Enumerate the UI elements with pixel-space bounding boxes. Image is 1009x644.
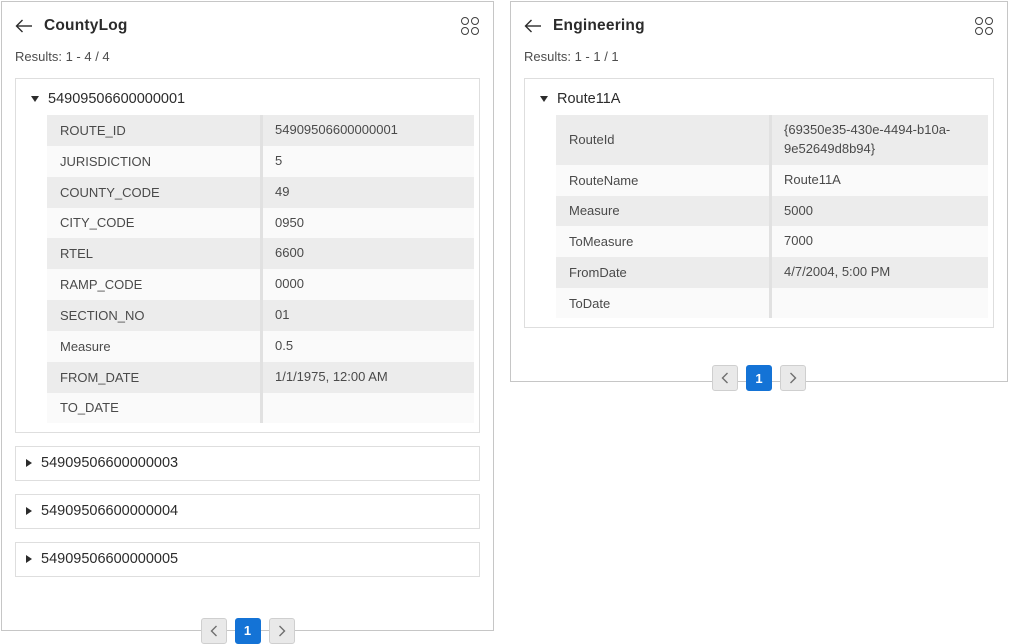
table-row: TO_DATE	[47, 393, 474, 423]
feature-header[interactable]: Route11A	[531, 85, 988, 112]
attribute-table: RouteId {69350e35-430e-4494-b10a-9e52649…	[556, 115, 988, 318]
previous-page-button[interactable]	[712, 365, 738, 391]
app-launcher-grid-icon[interactable]	[974, 16, 994, 36]
table-row: FromDate 4/7/2004, 5:00 PM	[556, 257, 988, 288]
caret-right-icon	[26, 507, 32, 515]
table-row: COUNTY_CODE 49	[47, 177, 474, 208]
field-value: 49	[263, 177, 474, 208]
feature-card-expanded: Route11A RouteId {69350e35-430e-4494-b10…	[524, 78, 994, 328]
chevron-right-icon	[789, 372, 797, 384]
field-label: RAMP_CODE	[47, 269, 263, 300]
caret-down-icon	[31, 96, 39, 102]
field-label: ROUTE_ID	[47, 115, 263, 146]
field-label: RouteName	[556, 165, 772, 196]
table-row: RouteName Route11A	[556, 165, 988, 196]
countylog-panel: CountyLog Results: 1 - 4 / 4 54909506600…	[1, 1, 494, 631]
table-row: Measure 0.5	[47, 331, 474, 362]
field-value: 01	[263, 300, 474, 331]
field-label: RTEL	[47, 238, 263, 269]
next-page-button[interactable]	[269, 618, 295, 644]
field-value: 5000	[772, 196, 988, 227]
field-value: {69350e35-430e-4494-b10a-9e52649d8b94}	[772, 115, 988, 165]
feature-card-collapsed[interactable]: 54909506600000005	[15, 542, 480, 577]
table-row: ToDate	[556, 288, 988, 318]
table-row: SECTION_NO 01	[47, 300, 474, 331]
feature-header[interactable]: 54909506600000001	[22, 85, 474, 112]
field-label: Measure	[47, 331, 263, 362]
field-value: 54909506600000001	[263, 115, 474, 146]
field-value: 6600	[263, 238, 474, 269]
field-label: ToDate	[556, 288, 772, 318]
field-value: 1/1/1975, 12:00 AM	[263, 362, 474, 393]
panel-header: CountyLog	[15, 14, 480, 38]
current-page-button[interactable]: 1	[746, 365, 772, 391]
back-arrow-icon	[15, 19, 33, 33]
field-label: COUNTY_CODE	[47, 177, 263, 208]
current-page-button[interactable]: 1	[235, 618, 261, 644]
results-count: Results: 1 - 1 / 1	[524, 49, 994, 64]
pagination: 1	[524, 365, 994, 391]
field-value: Route11A	[772, 165, 988, 196]
attribute-table: ROUTE_ID 54909506600000001 JURISDICTION …	[47, 115, 474, 423]
feature-title: 54909506600000001	[48, 91, 185, 107]
table-row: RAMP_CODE 0000	[47, 269, 474, 300]
panel-title: Engineering	[553, 17, 645, 35]
field-value	[263, 393, 474, 423]
feature-card-collapsed[interactable]: 54909506600000003	[15, 446, 480, 481]
field-label: TO_DATE	[47, 393, 263, 423]
chevron-left-icon	[210, 625, 218, 637]
pagination: 1	[15, 618, 480, 644]
table-row: ToMeasure 7000	[556, 226, 988, 257]
field-label: ToMeasure	[556, 226, 772, 257]
engineering-panel: Engineering Results: 1 - 1 / 1 Route11A …	[510, 1, 1008, 382]
table-row: CITY_CODE 0950	[47, 208, 474, 239]
feature-title: 54909506600000005	[41, 551, 178, 567]
next-page-button[interactable]	[780, 365, 806, 391]
field-label: FromDate	[556, 257, 772, 288]
feature-card-collapsed[interactable]: 54909506600000004	[15, 494, 480, 529]
field-value: 0000	[263, 269, 474, 300]
field-label: CITY_CODE	[47, 208, 263, 239]
field-value	[772, 288, 988, 318]
caret-right-icon	[26, 459, 32, 467]
caret-right-icon	[26, 555, 32, 563]
table-row: ROUTE_ID 54909506600000001	[47, 115, 474, 146]
field-label: FROM_DATE	[47, 362, 263, 393]
field-value: 7000	[772, 226, 988, 257]
caret-down-icon	[540, 96, 548, 102]
chevron-left-icon	[721, 372, 729, 384]
back-arrow-icon	[524, 19, 542, 33]
table-row: Measure 5000	[556, 196, 988, 227]
table-row: FROM_DATE 1/1/1975, 12:00 AM	[47, 362, 474, 393]
back-button[interactable]	[524, 15, 546, 37]
table-row: JURISDICTION 5	[47, 146, 474, 177]
feature-card-expanded: 54909506600000001 ROUTE_ID 5490950660000…	[15, 78, 480, 433]
chevron-right-icon	[278, 625, 286, 637]
field-value: 5	[263, 146, 474, 177]
field-label: SECTION_NO	[47, 300, 263, 331]
field-value: 4/7/2004, 5:00 PM	[772, 257, 988, 288]
field-label: Measure	[556, 196, 772, 227]
previous-page-button[interactable]	[201, 618, 227, 644]
feature-title: 54909506600000004	[41, 503, 178, 519]
app-launcher-grid-icon[interactable]	[460, 16, 480, 36]
feature-title: 54909506600000003	[41, 455, 178, 471]
field-value: 0.5	[263, 331, 474, 362]
field-value: 0950	[263, 208, 474, 239]
field-label: RouteId	[556, 115, 772, 165]
panel-title: CountyLog	[44, 17, 128, 35]
table-row: RouteId {69350e35-430e-4494-b10a-9e52649…	[556, 115, 988, 165]
back-button[interactable]	[15, 15, 37, 37]
panel-header: Engineering	[524, 14, 994, 38]
feature-title: Route11A	[557, 91, 620, 107]
table-row: RTEL 6600	[47, 238, 474, 269]
results-count: Results: 1 - 4 / 4	[15, 49, 480, 64]
field-label: JURISDICTION	[47, 146, 263, 177]
